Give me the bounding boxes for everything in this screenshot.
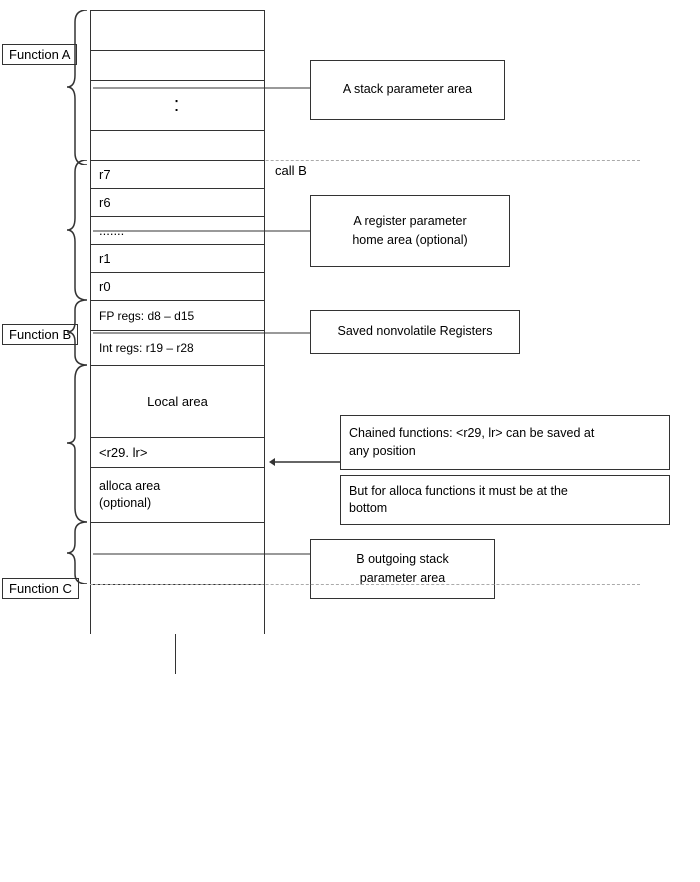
annot-nonvolatile: Saved nonvolatile Registers	[310, 310, 520, 354]
arrow-alloca	[267, 452, 347, 472]
stack-r0: r0	[90, 272, 265, 300]
brace-a-upper	[65, 10, 93, 165]
stack-r29-lr: <r29. lr>	[90, 437, 265, 467]
brace-nonvolatile	[65, 300, 93, 365]
stack-r1: r1	[90, 244, 265, 272]
annot-chained: Chained functions: <r29, lr> can be save…	[340, 415, 670, 470]
connector-stack-param	[93, 87, 313, 89]
annot-alloca: But for alloca functions it must be at t…	[340, 475, 670, 525]
annot-stack-param: A stack parameter area	[310, 60, 505, 120]
stack-r6: r6	[90, 188, 265, 216]
diagram-container: Function A : call B r7 r6 ....... r1 r0 …	[0, 0, 700, 882]
brace-chained	[65, 365, 93, 522]
stack-extra	[90, 634, 265, 664]
connector-nonvolatile	[93, 332, 313, 334]
connector-reg-param	[93, 230, 313, 232]
bottom-vert-line	[175, 634, 177, 674]
annot-reg-param: A register parameterhome area (optional)	[310, 195, 510, 267]
stack-r7: r7	[90, 160, 265, 188]
stack-local-area: Local area	[90, 365, 265, 437]
stack-fp-regs: FP regs: d8 – d15	[90, 300, 265, 330]
annot-b-outgoing: B outgoing stackparameter area	[310, 539, 495, 599]
stack-top-empty	[90, 10, 265, 50]
brace-reg-param	[65, 160, 93, 300]
stack-a-row3	[90, 130, 265, 160]
bottom-dashed-line	[90, 584, 640, 585]
call-b-label: call B	[275, 163, 307, 178]
stack-alloca: alloca area(optional)	[90, 467, 265, 522]
stack-c-row	[90, 584, 265, 634]
connector-b-outgoing	[93, 553, 313, 555]
stack-a-row1	[90, 50, 265, 80]
stack-int-regs: Int regs: r19 – r28	[90, 330, 265, 365]
brace-b-outgoing	[65, 522, 93, 584]
